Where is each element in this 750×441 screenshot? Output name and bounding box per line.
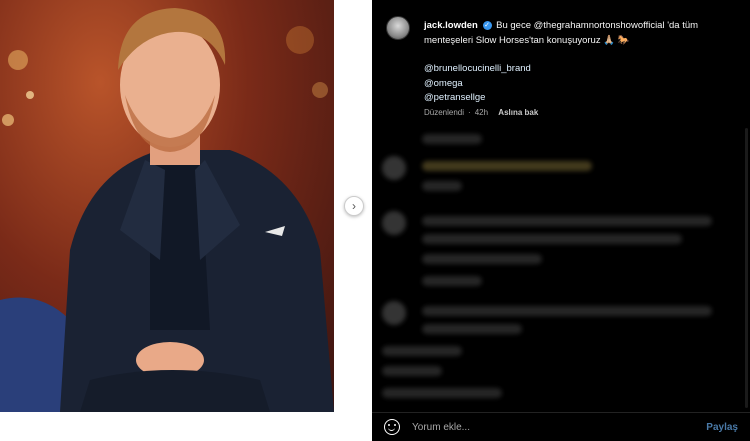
mention-link[interactable]: @omega: [424, 77, 531, 92]
share-comment-button[interactable]: Paylaş: [706, 422, 738, 433]
post-time: 42h: [474, 108, 489, 117]
comment-input[interactable]: [412, 421, 707, 433]
comments-scrollbar[interactable]: [745, 128, 748, 408]
blurred-comments: [382, 126, 742, 406]
caption-text: jack.lowden ✓ Bu gece @thegrahamnortonsh…: [424, 18, 734, 48]
comment-composer: Paylaş: [372, 412, 750, 441]
post-photo: [0, 0, 334, 412]
username-link[interactable]: jack.lowden: [424, 20, 478, 31]
chevron-right-icon: ›: [352, 199, 356, 213]
avatar[interactable]: [386, 16, 410, 40]
post-photo-illustration: [0, 8, 334, 412]
mentions-list: @brunellocucinelli_brand @omega @petrans…: [424, 62, 531, 106]
emoji-icon[interactable]: [384, 419, 400, 435]
post-details-pane: jack.lowden ✓ Bu gece @thegrahamnortonsh…: [372, 0, 750, 441]
media-pane: ›: [0, 0, 372, 441]
verified-badge-icon: ✓: [482, 20, 492, 30]
mention-link[interactable]: @petransellge: [424, 91, 531, 106]
see-translation-button[interactable]: Aslına bak: [498, 108, 538, 117]
edited-label: Düzenlendi: [424, 108, 465, 117]
next-media-button[interactable]: ›: [344, 196, 364, 216]
post-meta: Düzenlendi · 42h Aslına bak: [424, 108, 539, 117]
mention-link[interactable]: @brunellocucinelli_brand: [424, 62, 531, 77]
